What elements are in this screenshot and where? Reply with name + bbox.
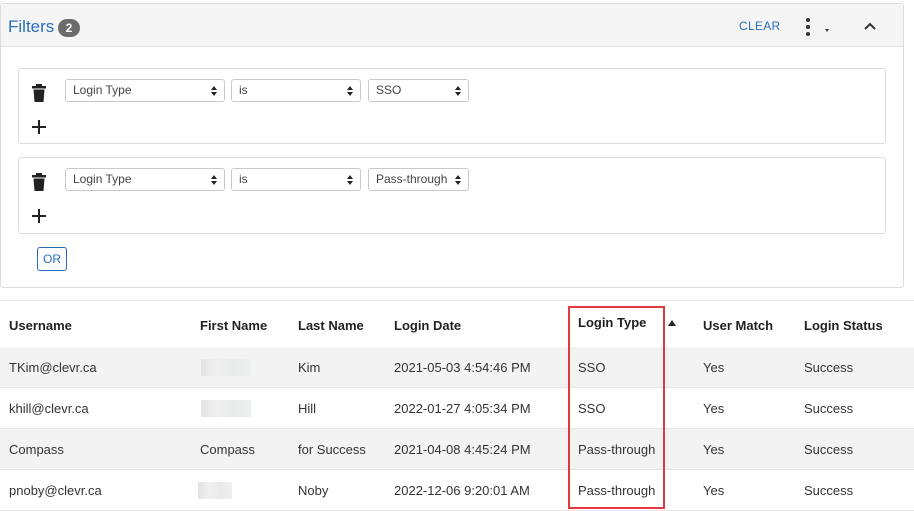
clear-filters-button[interactable]: CLEAR [739,19,781,33]
select-arrows-icon [455,86,461,96]
cell-login-status: Success [804,483,854,498]
cell-username: pnoby@clevr.ca [9,483,102,498]
add-condition-button[interactable] [30,207,48,225]
cell-last-name: Noby [298,483,329,498]
more-options-button[interactable] [801,17,833,37]
cell-login-date: 2021-04-08 4:45:24 PM [394,442,531,457]
table-row[interactable]: pnoby@clevr.ca Noby 2022-12-06 9:20:01 A… [0,470,914,511]
filter-operator-select[interactable]: is [231,79,361,102]
cell-username: TKim@clevr.ca [9,360,97,375]
cell-user-match: Yes [703,483,725,498]
cell-user-match: Yes [703,401,725,416]
cell-login-type: Pass-through [578,483,656,498]
kebab-icon [806,18,829,36]
cell-login-status: Success [804,442,854,457]
add-condition-button[interactable] [30,118,48,136]
cell-user-match: Yes [703,360,725,375]
filter-group-2: Login Type is Pass-through [18,157,886,234]
cell-login-type: Pass-through [578,442,656,457]
plus-icon [32,209,46,223]
filter-value-select[interactable]: SSO [368,79,469,102]
select-arrows-icon [347,175,353,185]
plus-icon [32,120,46,134]
redacted-first-name [201,359,251,376]
filter-group-1: Login Type is SSO [18,68,886,144]
trash-icon [32,173,46,191]
column-header-login-status[interactable]: Login Status [804,318,883,333]
cell-last-name: for Success [298,442,366,457]
filter-field-value: Login Type [73,83,132,97]
table-row[interactable]: khill@clevr.ca Hill 2022-01-27 4:05:34 P… [0,388,914,429]
column-header-login-date[interactable]: Login Date [394,318,461,333]
filter-field-value: Login Type [73,172,132,186]
cell-login-status: Success [804,360,854,375]
filters-title: Filters [8,17,55,36]
filter-operator-value: is [239,172,248,186]
add-or-group-button[interactable]: OR [37,247,67,271]
redacted-first-name [201,400,251,417]
select-arrows-icon [211,86,217,96]
filter-operator-select[interactable]: is [231,168,361,191]
chevron-up-icon [864,22,876,30]
select-arrows-icon [347,86,353,96]
table-row[interactable]: TKim@clevr.ca Kim 2021-05-03 4:54:46 PM … [0,347,914,388]
filter-value-value: Pass-through [376,172,448,186]
select-arrows-icon [211,175,217,185]
cell-first-name: Compass [200,442,255,457]
filters-header: Filters 2 CLEAR [1,4,903,47]
column-header-login-type[interactable]: Login Type [578,315,646,330]
column-header-first-name[interactable]: First Name [200,318,267,333]
cell-user-match: Yes [703,442,725,457]
trash-icon [32,84,46,102]
cell-login-type: SSO [578,360,606,375]
filter-count-badge: 2 [58,19,80,37]
cell-login-date: 2021-05-03 4:54:46 PM [394,360,531,375]
cell-last-name: Kim [298,360,321,375]
sort-ascending-icon [668,320,676,326]
cell-login-date: 2022-01-27 4:05:34 PM [394,401,531,416]
cell-last-name: Hill [298,401,317,416]
cell-login-date: 2022-12-06 9:20:01 AM [394,483,530,498]
filter-field-select[interactable]: Login Type [65,79,225,102]
cell-login-type: SSO [578,401,606,416]
filter-value-value: SSO [376,83,402,97]
delete-filter-button[interactable] [30,172,48,192]
cell-username: Compass [9,442,64,457]
column-header-user-match[interactable]: User Match [703,318,773,333]
table-header: Username First Name Last Name Login Date… [0,300,914,349]
table-row[interactable]: Compass Compass for Success 2021-04-08 4… [0,429,914,470]
filter-operator-value: is [239,83,248,97]
redacted-first-name [198,482,232,499]
filter-value-select[interactable]: Pass-through [368,168,469,191]
collapse-filters-button[interactable] [861,18,879,34]
column-header-username[interactable]: Username [9,318,72,333]
delete-filter-button[interactable] [30,83,48,103]
filters-panel: Filters 2 CLEAR Login Type is SSO Login … [0,3,904,288]
cell-username: khill@clevr.ca [9,401,89,416]
column-header-last-name[interactable]: Last Name [298,318,364,333]
select-arrows-icon [455,175,461,185]
cell-login-status: Success [804,401,854,416]
filter-field-select[interactable]: Login Type [65,168,225,191]
